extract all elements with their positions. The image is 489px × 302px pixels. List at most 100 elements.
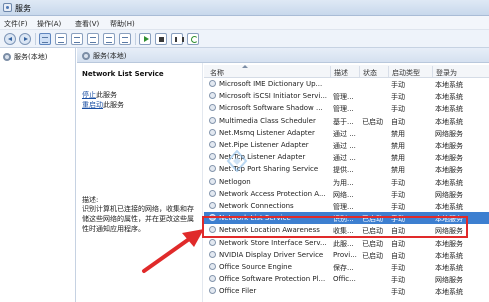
service-logon-cell: 本地系统 (435, 93, 463, 102)
table-row[interactable]: Multimedia Class Scheduler 基于... 已启动 自动 本地系统 (204, 115, 489, 127)
service-startup-cell: 禁用 (391, 129, 405, 138)
service-description-cell: 为用... (333, 178, 354, 187)
pause-icon[interactable] (171, 33, 184, 45)
title-bar: 服务 (0, 0, 489, 16)
service-logon-cell: 网络服务 (435, 129, 463, 138)
pane-header-label: 服务(本地) (93, 52, 127, 60)
back-icon[interactable] (4, 33, 16, 45)
table-row[interactable]: Office Software Protection Pl... Offic...… (204, 273, 489, 285)
menu-help[interactable]: 帮助(H) (110, 19, 135, 29)
menu-file[interactable]: 文件(F) (4, 19, 28, 29)
service-gear-icon (209, 165, 216, 173)
service-startup-cell: 手动 (391, 203, 405, 211)
service-status-cell: 已启动 (362, 117, 383, 126)
table-row[interactable]: Netlogon 为用... 手动 本地系统 (204, 176, 489, 188)
table-row[interactable]: Microsoft IME Dictionary Up... 手动 本地系统 (204, 78, 489, 90)
restart-service-link-line: 重启动此服务 (82, 100, 124, 110)
console-tree: 服务(本地) (0, 48, 76, 302)
service-description-cell: 通过 ... (333, 129, 356, 138)
table-row[interactable]: Net.Tcp Port Sharing Service 提供... 禁用 本地服务 (204, 163, 489, 175)
table-row[interactable]: Network Location Awareness 收集... 已启动 自动 网络服务 (204, 224, 489, 236)
service-logon-cell: 本地系统 (435, 178, 463, 187)
service-gear-icon (209, 226, 216, 234)
service-gear-icon (209, 141, 216, 148)
service-name-cell: Net.Msmq Listener Adapter (219, 128, 315, 137)
service-logon-cell: 本地服务 (435, 166, 463, 175)
table-row[interactable]: Net.Pipe Listener Adapter 通过 ... 禁用 本地服务 (204, 139, 489, 151)
forward-icon[interactable] (19, 33, 31, 45)
service-startup-cell: 自动 (391, 117, 405, 126)
table-row[interactable]: Network List Service 识别... 已启动 手动 本地服务 (204, 212, 489, 225)
service-name-cell: Network Access Protection A... (219, 189, 326, 198)
table-row[interactable]: Net.Tcp Listener Adapter 通过 ... 禁用 本地服务 (204, 151, 489, 163)
stop-icon[interactable] (155, 33, 167, 45)
service-description-cell: Provi... (333, 250, 357, 259)
service-logon-cell: 本地服务 (435, 215, 463, 224)
restart-suffix: 此服务 (103, 101, 124, 109)
restart-service-link[interactable]: 重启动 (82, 101, 103, 109)
table-row[interactable]: Net.Msmq Listener Adapter 通过 ... 禁用 网络服务 (204, 127, 489, 139)
service-gear-icon (209, 287, 216, 295)
service-gear-icon (209, 153, 216, 161)
gear-icon (82, 52, 90, 60)
table-row[interactable]: Office Source Engine 保存... 手动 本地系统 (204, 261, 489, 273)
service-name-cell: Net.Tcp Port Sharing Service (219, 165, 319, 174)
toolbar-separator (35, 33, 36, 45)
table-row[interactable]: Network Access Protection A... 网络... 手动 网络服… (204, 188, 489, 200)
tree-node-services-local[interactable]: 服务(本地) (3, 52, 47, 62)
service-name-cell: Network Location Awareness (219, 226, 320, 235)
column-startup-type[interactable]: 启动类型 (392, 68, 420, 78)
service-description-cell: 网络... (333, 190, 354, 199)
service-description-cell: 此服... (333, 239, 354, 248)
service-startup-cell: 禁用 (391, 154, 405, 163)
column-logon-as[interactable]: 登录为 (436, 68, 457, 78)
properties-icon[interactable] (119, 33, 131, 45)
table-row[interactable]: Network Store Interface Serv... 此服... 已启动自… (204, 237, 489, 249)
column-description[interactable]: 描述 (334, 68, 348, 78)
service-name-cell: Netlogon (219, 177, 251, 186)
toolbar (0, 30, 489, 48)
column-name[interactable]: 名称 (210, 68, 224, 78)
table-row[interactable]: NVIDIA Display Driver Service Provi... 已启动… (204, 249, 489, 261)
service-logon-cell: 本地系统 (435, 251, 463, 260)
service-name-cell: Microsoft IME Dictionary Up... (219, 80, 323, 88)
service-gear-icon (209, 250, 216, 258)
column-divider[interactable] (388, 66, 389, 77)
restart-icon[interactable] (187, 33, 199, 45)
menu-view[interactable]: 查看(V) (75, 19, 99, 29)
service-logon-cell: 本地系统 (435, 81, 463, 89)
menu-bar: 文件(F) 操作(A) 查看(V) 帮助(H) (0, 16, 489, 30)
service-gear-icon (209, 80, 216, 87)
column-divider[interactable] (330, 66, 331, 77)
view-icon[interactable] (55, 33, 67, 45)
table-row[interactable]: Office Filer 手动 本地系统 (204, 285, 489, 297)
service-startup-cell: 手动 (391, 288, 405, 297)
service-description-cell: 基于... (333, 117, 354, 126)
toolbar-separator (135, 33, 136, 45)
column-divider[interactable] (432, 66, 433, 77)
service-gear-icon (209, 128, 216, 136)
service-gear-icon (209, 104, 216, 112)
service-gear-icon (209, 116, 216, 124)
export-icon[interactable] (87, 33, 99, 45)
service-name-heading: Network List Service (82, 70, 164, 78)
table-row[interactable]: Microsoft iSCSI Initiator Servi... 管理... 手… (204, 90, 489, 102)
start-icon[interactable] (139, 33, 151, 45)
help-icon[interactable] (103, 33, 115, 45)
service-startup-cell: 自动 (391, 251, 405, 260)
column-status[interactable]: 状态 (363, 68, 377, 78)
stop-suffix: 此服务 (96, 91, 117, 99)
stop-service-link[interactable]: 停止 (82, 91, 96, 99)
table-row[interactable]: Microsoft Software Shadow ... 管理... 手动 本地系统 (204, 102, 489, 114)
service-name-cell: Office Filer (219, 287, 257, 296)
service-startup-cell: 手动 (391, 105, 405, 114)
service-gear-icon (209, 189, 216, 197)
table-row[interactable]: Network Connections 管理... 手动 本地系统 (204, 200, 489, 212)
service-description-cell: 提供... (333, 166, 354, 175)
service-startup-cell: 手动 (391, 178, 405, 187)
console-tree-icon[interactable] (39, 33, 51, 45)
refresh-icon[interactable] (71, 33, 83, 45)
menu-action[interactable]: 操作(A) (37, 19, 61, 29)
services-list: 名称 描述 状态 启动类型 登录为 Microsoft IME Dictiona… (204, 63, 489, 302)
column-divider[interactable] (359, 66, 360, 77)
